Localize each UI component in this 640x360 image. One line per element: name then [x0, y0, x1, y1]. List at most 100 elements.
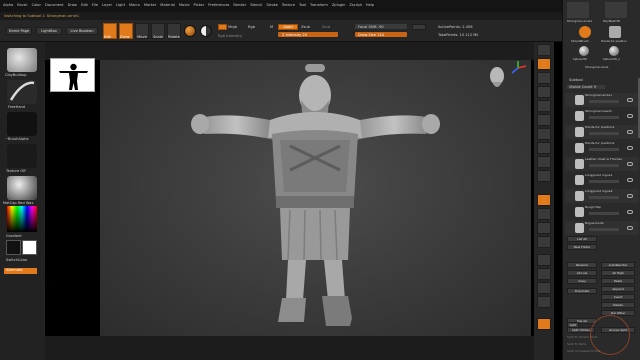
live-boolean-button[interactable]: Live Boolean	[66, 27, 98, 35]
menu-item-help[interactable]: Help	[366, 3, 374, 7]
brush-thumbnail[interactable]	[7, 48, 37, 72]
palette-button-append[interactable]: Append	[601, 286, 635, 292]
spix-button[interactable]	[537, 58, 551, 70]
polyf-button[interactable]	[537, 254, 551, 266]
subtool-controls[interactable]	[589, 228, 619, 231]
subtool-controls[interactable]	[589, 100, 619, 103]
subtool-item[interactable]: Rogue boots	[565, 221, 639, 235]
menu-item-color[interactable]: Color	[32, 3, 41, 7]
menu-item-marker[interactable]: Marker	[144, 3, 156, 7]
subtool-header[interactable]: Subtool	[569, 78, 583, 82]
material-thumbnail[interactable]	[7, 176, 37, 200]
scale-button[interactable]: Scale	[151, 23, 165, 39]
subtool-item[interactable]: Strongman.head1	[565, 109, 639, 123]
sphere3d-icon[interactable]	[579, 46, 589, 56]
subtool-controls[interactable]	[589, 116, 619, 119]
zoom-button[interactable]	[537, 86, 551, 98]
home-page-button[interactable]: Home Page	[6, 27, 32, 35]
alpha-thumbnail[interactable]	[7, 112, 37, 136]
scroll-button[interactable]	[537, 72, 551, 84]
navigation-head-preview[interactable]	[488, 64, 506, 94]
zsub-button[interactable]: Zsub	[301, 25, 310, 29]
tool-preview-thumbnail[interactable]	[50, 58, 95, 92]
menu-item-file[interactable]: File	[92, 3, 98, 7]
persp-button[interactable]	[537, 128, 551, 140]
rotate-view-button[interactable]	[537, 236, 551, 248]
subtool-item[interactable]: Longguard rogue1	[565, 173, 639, 187]
menu-item-alpha[interactable]: Alpha	[3, 3, 13, 7]
palette-button-rename[interactable]: Rename	[567, 262, 597, 268]
menu-item-layer[interactable]: Layer	[102, 3, 112, 7]
color-picker[interactable]	[7, 206, 37, 232]
secondary-color-swatch[interactable]	[22, 240, 37, 255]
subtool-controls[interactable]	[589, 196, 619, 199]
subtool-item[interactable]: Strongman.arnle1	[565, 93, 639, 107]
hands-thumb[interactable]	[609, 26, 621, 38]
lightbox-button[interactable]: LightBox	[36, 27, 62, 35]
zcut-button[interactable]: Zcut	[322, 25, 330, 29]
color-mode-icon[interactable]	[200, 25, 212, 37]
palette-button-insert[interactable]: Insert	[601, 294, 635, 300]
subtool-controls[interactable]	[589, 164, 619, 167]
zadd-button[interactable]: Zadd	[278, 24, 298, 30]
palette-button-copy[interactable]: Copy	[567, 278, 597, 284]
xyz-button[interactable]	[537, 170, 551, 182]
palette-button-list-all[interactable]: List All	[567, 236, 597, 242]
visibility-eye-icon[interactable]	[627, 114, 633, 118]
menu-item-stroke[interactable]: Stroke	[266, 3, 277, 7]
menu-item-document[interactable]: Document	[45, 3, 64, 7]
edit-button[interactable]: Edit	[103, 23, 117, 39]
menu-item-material[interactable]: Material	[160, 3, 175, 7]
solo-button[interactable]	[537, 282, 551, 294]
menu-item-tool[interactable]: Tool	[299, 3, 306, 7]
zoom3d-button[interactable]	[537, 222, 551, 234]
menu-item-macro[interactable]: Macro	[129, 3, 140, 7]
simplebrush-icon[interactable]	[579, 26, 591, 38]
subtool-item[interactable]: Hands-fur position1	[565, 125, 639, 139]
alternate-button[interactable]: Alternate	[4, 268, 37, 274]
menu-item-edit[interactable]: Edit	[81, 3, 88, 7]
mrgb-button[interactable]	[218, 24, 227, 30]
actual-button[interactable]	[537, 100, 551, 112]
palette-button-duplicate[interactable]: Duplicate	[567, 288, 597, 294]
menu-item-draw[interactable]: Draw	[68, 3, 77, 7]
visible-count-slider[interactable]: Visible Count 9	[567, 85, 605, 89]
tool-thumb-polymesh[interactable]	[605, 2, 627, 18]
visibility-eye-icon[interactable]	[627, 162, 633, 166]
visibility-eye-icon[interactable]	[627, 178, 633, 182]
menu-item-movie[interactable]: Movie	[179, 3, 190, 7]
menu-item-transform[interactable]: Transform	[310, 3, 328, 7]
visibility-eye-icon[interactable]	[627, 194, 633, 198]
viewport-canvas[interactable]	[100, 60, 531, 336]
palette-button-all-high[interactable]: All High	[601, 270, 635, 276]
palette-button-delete[interactable]: Delete	[601, 302, 635, 308]
draw-button[interactable]: Draw	[119, 23, 133, 39]
local-button[interactable]	[537, 156, 551, 168]
material-sphere-icon[interactable]	[184, 25, 196, 37]
m-label[interactable]: M	[270, 25, 273, 29]
subtool-controls[interactable]	[589, 180, 619, 183]
frame-button[interactable]	[537, 194, 551, 206]
palette-button-autoreorder[interactable]: AutoReorder	[601, 262, 635, 268]
subtool-item[interactable]: Rough flap	[565, 205, 639, 219]
menu-item-picker[interactable]: Picker	[194, 3, 205, 7]
menu-item-render[interactable]: Render	[233, 3, 246, 7]
subtool-item[interactable]: Leather chest w Thomas	[565, 157, 639, 171]
dynamic-button[interactable]	[537, 318, 551, 330]
aahalf-button[interactable]	[537, 114, 551, 126]
dynamic-icon[interactable]	[412, 24, 426, 30]
transp-button[interactable]	[537, 268, 551, 280]
switch-color-label[interactable]: SwitchColor	[6, 258, 27, 262]
tool-thumb-strongman[interactable]	[567, 2, 589, 18]
rgb-label[interactable]: Rgb	[248, 25, 255, 29]
main-color-swatch[interactable]	[6, 240, 21, 255]
move-button[interactable]: Move	[135, 23, 149, 39]
palette-button-new-folder[interactable]: New Folder	[567, 244, 597, 250]
menu-item-stencil[interactable]: Stencil	[250, 3, 262, 7]
visibility-eye-icon[interactable]	[627, 146, 633, 150]
menu-item-zplugin[interactable]: Zplugin	[332, 3, 346, 7]
subtool-controls[interactable]	[589, 148, 619, 151]
move-view-button[interactable]	[537, 208, 551, 220]
bpr-button[interactable]	[537, 44, 551, 56]
visibility-eye-icon[interactable]	[627, 98, 633, 102]
